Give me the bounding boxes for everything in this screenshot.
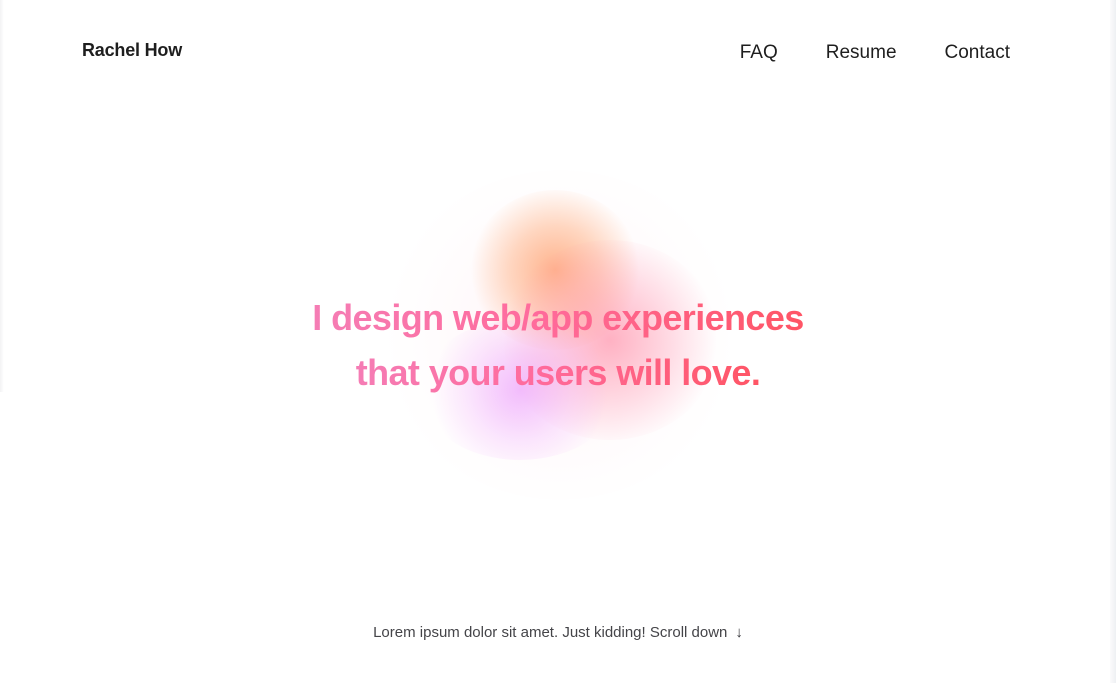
hero-headline-line-1: I design web/app experiences: [312, 290, 804, 345]
scroll-hint-text: Lorem ipsum dolor sit amet. Just kidding…: [373, 624, 728, 641]
nav-link-resume[interactable]: Resume: [826, 42, 897, 64]
main-nav: FAQ Resume Contact: [740, 42, 1010, 64]
hero-headline: I design web/app experiences that your u…: [0, 290, 1116, 400]
scroll-hint[interactable]: Lorem ipsum dolor sit amet. Just kidding…: [0, 624, 1116, 641]
nav-link-contact[interactable]: Contact: [945, 42, 1010, 64]
site-header: Rachel How FAQ Resume Contact: [0, 0, 1110, 100]
hero-section: I design web/app experiences that your u…: [0, 150, 1116, 530]
arrow-down-icon: ↓: [735, 624, 743, 641]
hero-headline-line-2: that your users will love.: [356, 345, 761, 400]
nav-link-faq[interactable]: FAQ: [740, 42, 778, 64]
brand-logo-text[interactable]: Rachel How: [82, 40, 182, 61]
page: Rachel How FAQ Resume Contact I design w…: [0, 0, 1116, 683]
